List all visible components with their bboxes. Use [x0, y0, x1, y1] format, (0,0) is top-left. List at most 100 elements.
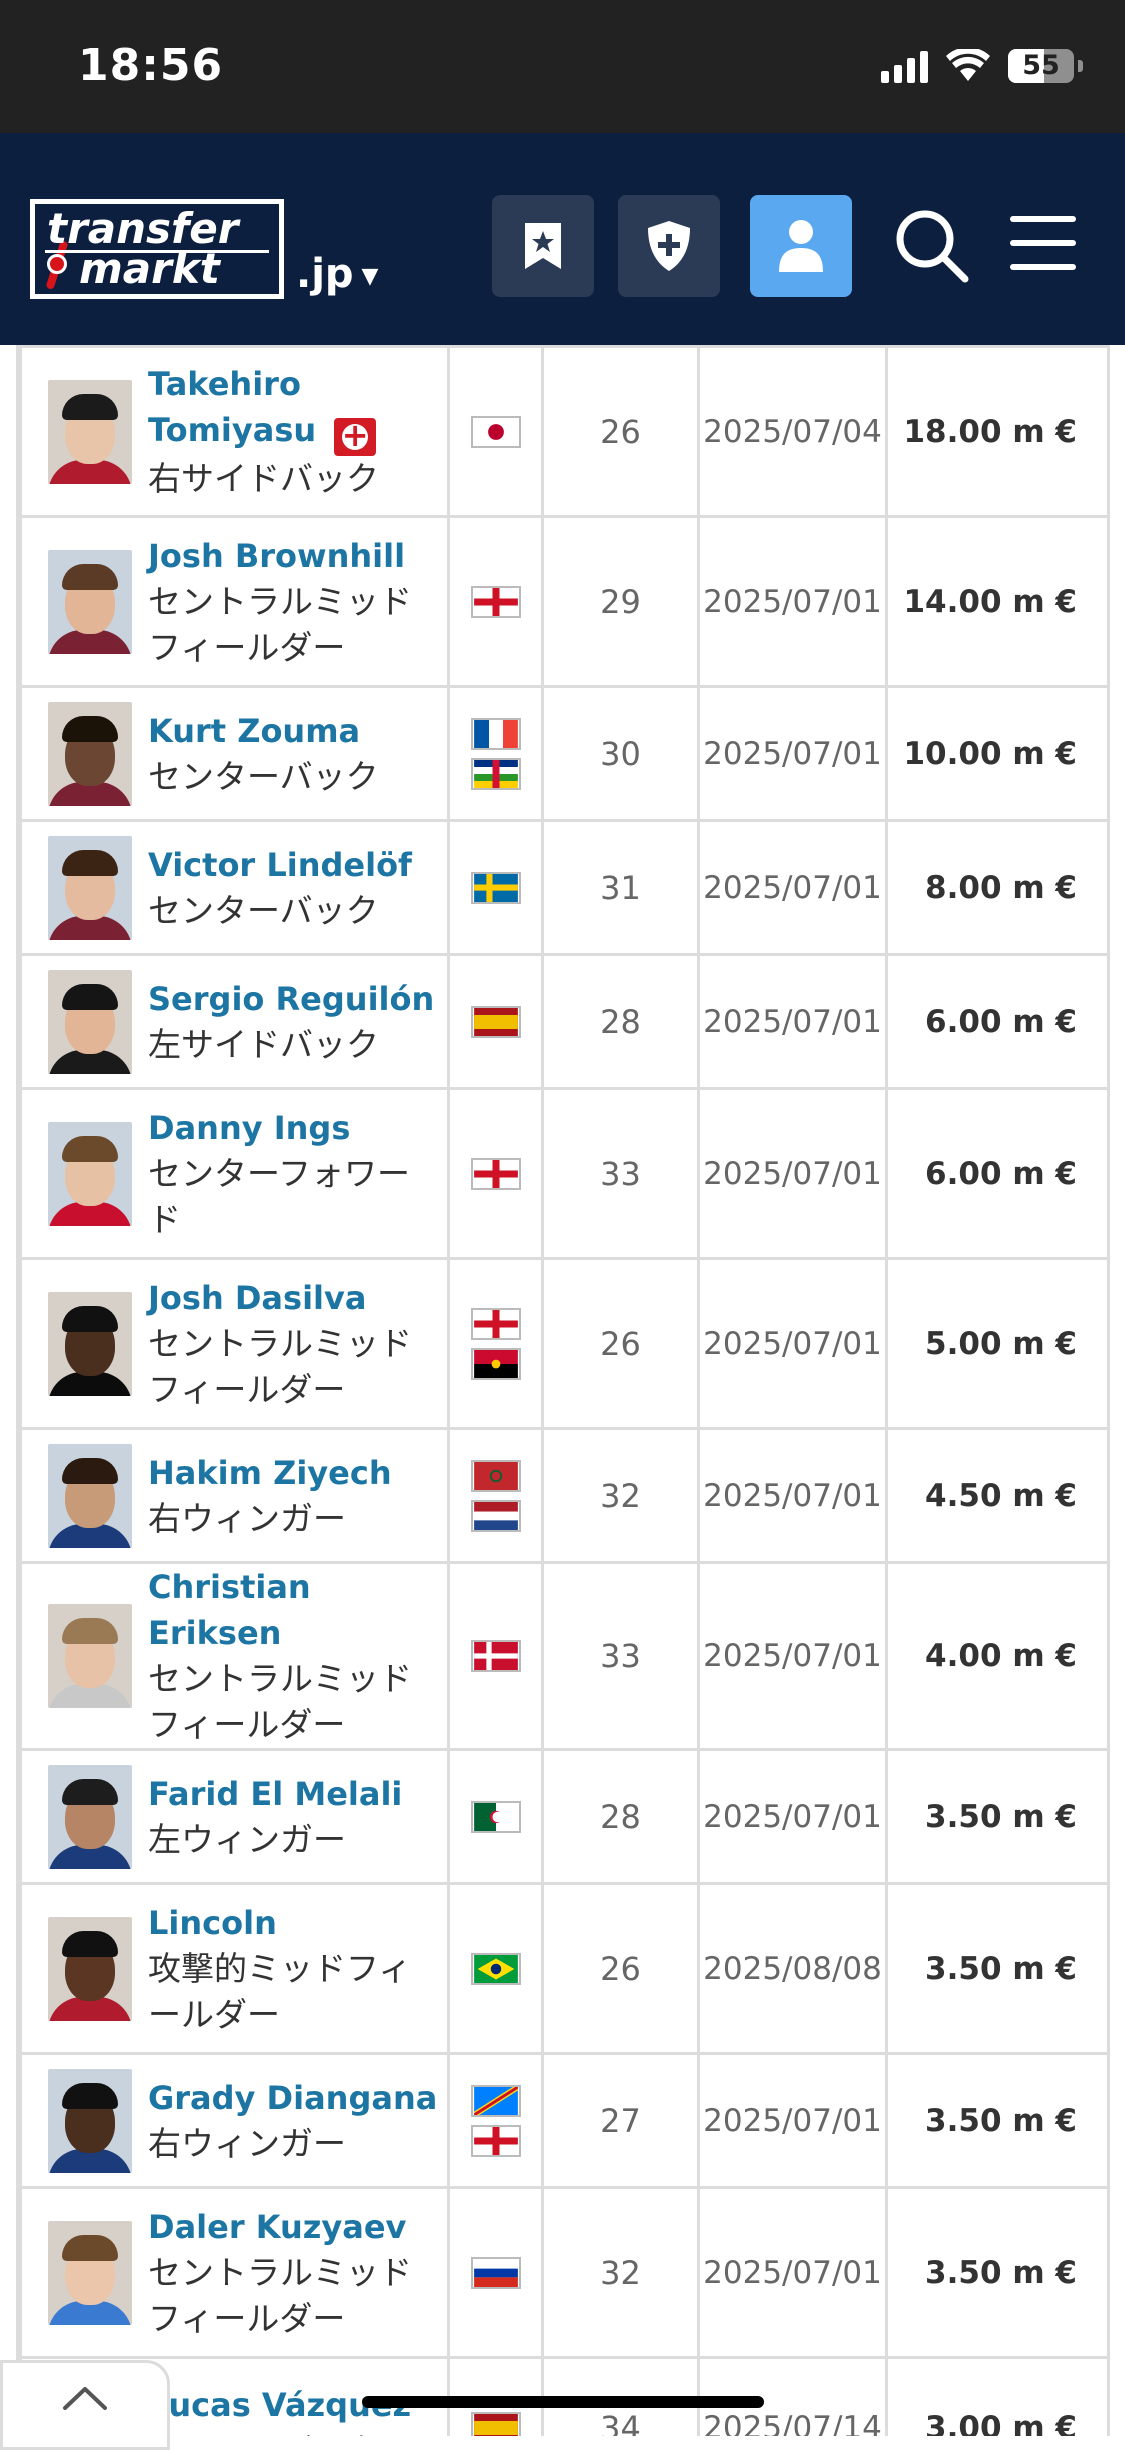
player-photo[interactable]	[48, 1916, 132, 2021]
nationality-cell	[447, 345, 544, 518]
scroll-to-top-button[interactable]	[0, 2360, 170, 2450]
transfermarkt-logo[interactable]: transfer markt	[30, 199, 284, 299]
table-row[interactable]: Farid El Melali 左ウィンガー 28 2025/07/01 3.5…	[19, 1748, 1107, 1885]
player-name-link[interactable]: Farid El Melali	[148, 1775, 402, 1813]
player-photo[interactable]	[48, 1121, 132, 1226]
market-value-cell: 3.00 m €	[885, 2356, 1107, 2436]
table-row[interactable]: Victor Lindelöf センターバック 31 2025/07/01 8.…	[19, 819, 1107, 956]
flag-england-icon	[470, 1157, 521, 1190]
player-position: センターバック	[148, 890, 379, 930]
date-cell: 2025/07/01	[697, 515, 888, 688]
search-icon	[896, 210, 969, 283]
nationality-cell	[447, 1561, 544, 1751]
player-position: センターフォワード	[148, 1153, 411, 1239]
player-position: センターバック	[148, 756, 379, 796]
wifi-icon	[946, 49, 990, 81]
profile-button[interactable]	[750, 195, 852, 297]
market-value-cell: 4.50 m €	[885, 1427, 1107, 1564]
nationality-cell	[447, 685, 544, 822]
player-photo[interactable]	[48, 549, 132, 654]
table-row[interactable]: Hakim Ziyech 右ウィンガー 32 2025/07/01 4.50 m…	[19, 1427, 1107, 1564]
player-name-link[interactable]: Hakim Ziyech	[148, 1454, 392, 1492]
player-name-link[interactable]: Josh Brownhill	[148, 537, 405, 575]
flag-england-icon	[470, 585, 521, 618]
player-cell: Josh Dasilva セントラルミッドフィールダー	[19, 1257, 450, 1430]
table-row[interactable]: Josh Brownhill セントラルミッドフィールダー 29 2025/07…	[19, 515, 1107, 688]
age-cell: 26	[541, 1257, 700, 1430]
table-row[interactable]: Kurt Zouma センターバック 30 2025/07/01 10.00 m…	[19, 685, 1107, 822]
player-name-link[interactable]: Josh Dasilva	[148, 1279, 366, 1317]
player-photo[interactable]	[48, 2068, 132, 2173]
table-row[interactable]: Takehiro Tomiyasu 右サイドバック 26 2025/07/04 …	[19, 345, 1107, 518]
table-row[interactable]: Christian Eriksen セントラルミッドフィールダー 33 2025…	[19, 1561, 1107, 1751]
player-photo[interactable]	[48, 2220, 132, 2325]
flag-morocco-icon	[470, 1459, 521, 1492]
table-row[interactable]: Danny Ings センターフォワード 33 2025/07/01 6.00 …	[19, 1087, 1107, 1260]
player-photo[interactable]	[48, 835, 132, 940]
table-row[interactable]: Daler Kuzyaev セントラルミッドフィールダー 32 2025/07/…	[19, 2186, 1107, 2359]
nationality-cell	[447, 953, 544, 1090]
table-row[interactable]: Sergio Reguilón 左サイドバック 28 2025/07/01 6.…	[19, 953, 1107, 1090]
player-name-link[interactable]: Sergio Reguilón	[148, 980, 434, 1018]
age-cell: 31	[541, 819, 700, 956]
player-photo[interactable]	[48, 1291, 132, 1396]
age-cell: 33	[541, 1087, 700, 1260]
player-name-link[interactable]: Danny Ings	[148, 1109, 350, 1147]
domain-selector[interactable]: .jp ▼	[296, 251, 378, 297]
player-photo[interactable]	[48, 701, 132, 806]
player-name-link[interactable]: Kurt Zouma	[148, 712, 360, 750]
player-cell: Danny Ings センターフォワード	[19, 1087, 450, 1260]
market-value-cell: 4.00 m €	[885, 1561, 1107, 1751]
age-cell: 33	[541, 1561, 700, 1751]
menu-icon	[1010, 216, 1076, 222]
user-icon	[779, 220, 823, 272]
watchlist-button[interactable]	[492, 195, 594, 297]
player-cell: Grady Diangana 右ウィンガー	[19, 2052, 450, 2189]
bookmark-star-icon	[525, 223, 561, 269]
search-button[interactable]	[886, 200, 976, 290]
date-cell: 2025/07/01	[697, 2186, 888, 2359]
player-cell: Victor Lindelöf センターバック	[19, 819, 450, 956]
flag-angola-icon	[470, 1347, 521, 1380]
player-name-link[interactable]: Christian Eriksen	[148, 1568, 311, 1652]
age-cell: 32	[541, 2186, 700, 2359]
player-cell: Kurt Zouma センターバック	[19, 685, 450, 822]
age-cell: 26	[541, 345, 700, 518]
domain-label: .jp	[296, 251, 354, 297]
player-name-link[interactable]: Lincoln	[148, 1904, 277, 1942]
table-row[interactable]: Josh Dasilva セントラルミッドフィールダー 26 2025/07/0…	[19, 1257, 1107, 1430]
market-value-cell: 10.00 m €	[885, 685, 1107, 822]
player-photo[interactable]	[48, 1604, 132, 1708]
player-position: セントラルミッドフィールダー	[148, 1659, 412, 1744]
hamburger-menu-button[interactable]	[1010, 210, 1076, 276]
nationality-cell	[447, 2052, 544, 2189]
market-value-cell: 3.50 m €	[885, 2186, 1107, 2359]
table-row[interactable]: Grady Diangana 右ウィンガー 27 2025/07/01 3.50…	[19, 2052, 1107, 2189]
player-position: 右ウィンガー	[148, 1498, 346, 1538]
flag-england-icon	[470, 2124, 521, 2157]
market-value-cell: 6.00 m €	[885, 953, 1107, 1090]
player-name-link[interactable]: Victor Lindelöf	[148, 846, 412, 884]
flag-france-icon	[470, 717, 521, 750]
market-value-cell: 14.00 m €	[885, 515, 1107, 688]
nationality-cell	[447, 1257, 544, 1430]
logo-text-markt: markt	[79, 244, 220, 293]
injury-icon[interactable]	[334, 416, 377, 456]
my-club-button[interactable]	[618, 195, 720, 297]
player-photo[interactable]	[48, 379, 132, 484]
player-name-link[interactable]: Takehiro Tomiyasu	[148, 365, 316, 449]
player-cell: Hakim Ziyech 右ウィンガー	[19, 1427, 450, 1564]
player-photo[interactable]	[48, 1443, 132, 1548]
player-cell: Farid El Melali 左ウィンガー	[19, 1748, 450, 1885]
status-icons: 55	[881, 46, 1083, 86]
player-photo[interactable]	[48, 1764, 132, 1869]
player-name-link[interactable]: Grady Diangana	[148, 2079, 437, 2117]
table-row[interactable]: Lincoln 攻撃的ミッドフィールダー 26 2025/08/08 3.50 …	[19, 1882, 1107, 2055]
date-cell: 2025/07/01	[697, 953, 888, 1090]
status-time: 18:56	[78, 40, 224, 91]
flag-sweden-icon	[470, 871, 521, 904]
player-photo[interactable]	[48, 969, 132, 1074]
player-name-link[interactable]: Daler Kuzyaev	[148, 2208, 406, 2246]
market-value-cell: 6.00 m €	[885, 1087, 1107, 1260]
market-value-cell: 3.50 m €	[885, 1748, 1107, 1885]
